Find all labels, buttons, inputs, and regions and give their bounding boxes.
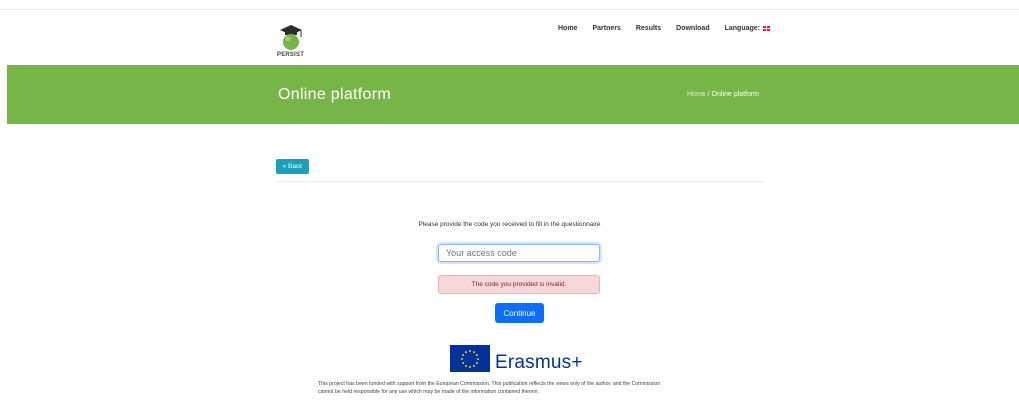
uk-flag-icon — [763, 25, 770, 31]
breadcrumb-home[interactable]: Home — [687, 91, 706, 98]
page-banner: Online platform Home / Online platform — [7, 65, 1019, 124]
disclaimer-line-1: This project has been funded with suppor… — [318, 381, 661, 387]
eu-flag-icon — [450, 345, 490, 372]
access-code-prompt: Please provide the code you received to … — [418, 221, 601, 228]
nav-download[interactable]: Download — [676, 25, 709, 32]
content-divider — [276, 181, 764, 182]
main-nav: Home Partners Results Download Language: — [558, 25, 770, 32]
breadcrumb-separator: / — [707, 91, 710, 98]
disclaimer-line-2: cannot be held responsible for any use w… — [318, 389, 539, 395]
nav-language[interactable]: Language: — [725, 25, 770, 32]
error-alert: The code you provided is invalid. — [438, 275, 600, 294]
page-title: Online platform — [278, 86, 391, 103]
breadcrumb: Home / Online platform — [687, 91, 759, 98]
back-button[interactable]: « Back — [276, 159, 309, 174]
erasmus-plus-logo: Erasmus+ — [495, 352, 583, 373]
logo-text: PERSIST — [277, 52, 305, 58]
access-code-input[interactable] — [438, 244, 600, 262]
nav-partners[interactable]: Partners — [592, 25, 620, 32]
nav-home[interactable]: Home — [558, 25, 577, 32]
continue-button[interactable]: Continue — [495, 303, 544, 323]
funding-disclaimer: This project has been funded with suppor… — [318, 380, 738, 396]
breadcrumb-current: Online platform — [711, 91, 760, 98]
nav-results[interactable]: Results — [636, 25, 661, 32]
header-divider — [0, 9, 1019, 10]
nav-language-label: Language: — [724, 25, 760, 32]
